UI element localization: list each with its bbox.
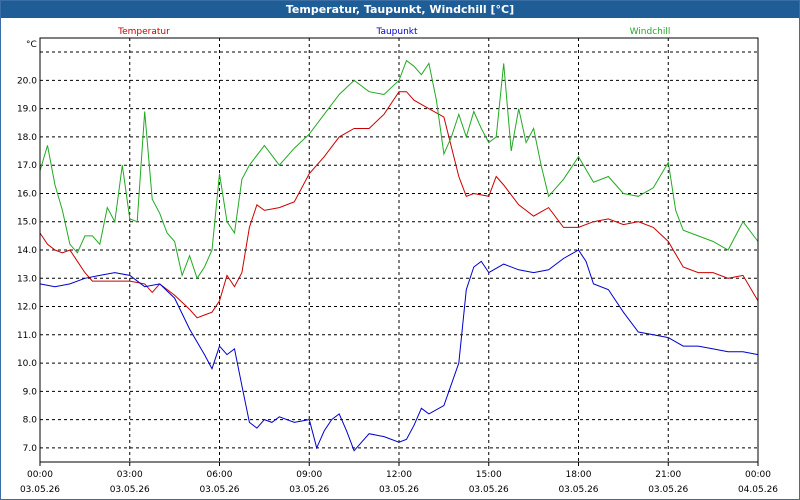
legend-temperatur: Temperatur	[117, 27, 170, 37]
x-tick-date-label: 03.05.26	[469, 485, 509, 495]
x-tick-date-label: 03.05.26	[199, 485, 239, 495]
x-tick-date-label: 03.05.26	[558, 485, 598, 495]
legend-windchill: Windchill	[630, 27, 671, 37]
legend-taupunkt: Taupunkt	[375, 27, 418, 37]
x-tick-time-label: 12:00	[386, 470, 412, 480]
x-tick-time-label: 09:00	[296, 470, 322, 480]
y-axis-unit-label: °C	[26, 40, 37, 50]
x-tick-date-label: 04.05.26	[738, 485, 778, 495]
y-tick-label: 12.0	[17, 303, 37, 313]
x-tick-time-label: 21:00	[655, 470, 681, 480]
y-tick-label: 7.0	[23, 444, 38, 454]
x-tick-time-label: 15:00	[476, 470, 502, 480]
x-tick-date-label: 03.05.26	[648, 485, 688, 495]
x-tick-time-label: 06:00	[207, 470, 233, 480]
x-tick-time-label: 03:00	[117, 470, 143, 480]
x-tick-date-label: 03.05.26	[110, 485, 150, 495]
y-tick-label: 14.0	[17, 246, 37, 256]
y-tick-label: 15.0	[17, 218, 37, 228]
chart-canvas: 7.0 8.0 9.0 10.0 11.0 12.0 13.0 14.0 15.0 16.0 17.…	[17, 27, 778, 495]
x-tick-date-label: 03.05.26	[20, 485, 60, 495]
x-tick-time-label: 18:00	[566, 470, 592, 480]
y-tick-label: 13.0	[17, 274, 37, 284]
y-tick-label: 9.0	[23, 387, 38, 397]
x-tick-time-label: 00:00	[745, 470, 771, 480]
y-tick-label: 10.0	[17, 359, 37, 369]
y-tick-label: 19.0	[17, 105, 37, 115]
x-tick-date-label: 03.05.26	[379, 485, 419, 495]
y-tick-label: 11.0	[17, 331, 37, 341]
x-tick-time-label: 00:00	[27, 470, 53, 480]
x-tick-date-label: 03.05.26	[289, 485, 329, 495]
y-tick-label: 16.0	[17, 189, 37, 199]
y-tick-label: 17.0	[17, 161, 37, 171]
series-line-temperatur	[39, 91, 759, 319]
y-tick-label: 18.0	[17, 133, 37, 143]
y-tick-label: 8.0	[23, 416, 38, 426]
y-tick-label: 20.0	[17, 76, 37, 86]
